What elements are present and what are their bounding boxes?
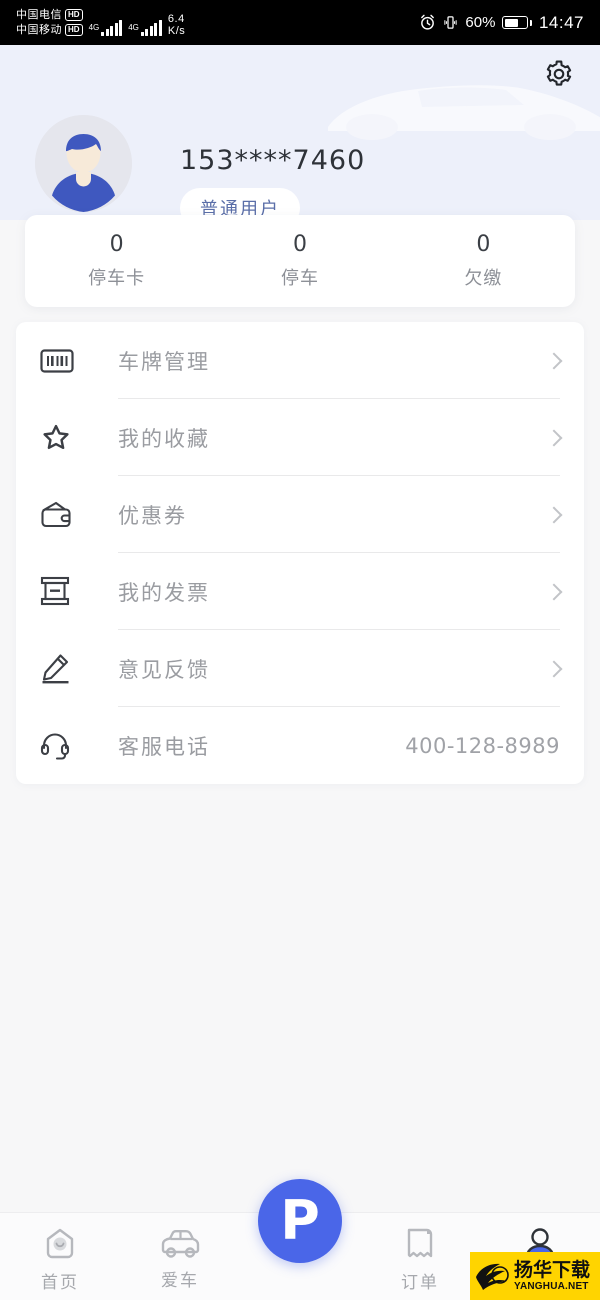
menu-item-label: 意见反馈 xyxy=(118,658,210,682)
license-plate-icon xyxy=(40,348,86,373)
stat-value: 0 xyxy=(109,232,124,257)
profile-header: 153****7460 普通用户 xyxy=(0,45,600,220)
signal-bars-2-icon xyxy=(140,19,162,36)
signal-group-1: 4G xyxy=(88,19,123,36)
stat-parking[interactable]: 0 停车 xyxy=(208,215,391,307)
clock-label: 14:47 xyxy=(538,12,584,32)
avatar[interactable] xyxy=(35,115,132,212)
service-phone-number: 400-128-8989 xyxy=(405,733,560,758)
settings-button[interactable] xyxy=(542,57,576,91)
carrier-2-label: 中国移动 xyxy=(16,23,62,36)
home-icon xyxy=(46,1228,74,1259)
site-watermark: 扬华下载 YANGHUA.NET xyxy=(470,1252,600,1300)
hd-badge-1: HD xyxy=(65,9,83,21)
status-bar: 中国电信 HD 中国移动 HD 4G 4G 6.4 K/s 60% 14:47 xyxy=(0,0,600,45)
network-speed-value: 6.4 xyxy=(167,12,185,25)
menu-item-favorites[interactable]: 我的收藏 xyxy=(40,399,563,476)
tab-label: 爱车 xyxy=(161,1271,199,1290)
tab-my-car[interactable]: 爱车 xyxy=(120,1213,240,1300)
app-screen: 中国电信 HD 中国移动 HD 4G 4G 6.4 K/s 60% 14:47 … xyxy=(0,0,600,1300)
invoice-icon xyxy=(40,576,86,607)
tab-label: 首页 xyxy=(41,1273,79,1292)
network-speed-unit: K/s xyxy=(167,24,186,37)
stat-label: 停车 xyxy=(280,268,319,288)
network-type-1: 4G xyxy=(88,22,100,32)
watermark-en-label: YANGHUA.NET xyxy=(514,1280,589,1292)
stat-label: 欠缴 xyxy=(464,268,503,288)
menu-item-invoice[interactable]: 我的发票 xyxy=(40,553,563,630)
carrier-row-2: 中国移动 HD xyxy=(16,23,83,38)
headset-icon xyxy=(40,731,86,761)
menu-item-coupons[interactable]: 优惠券 xyxy=(40,476,563,553)
hd-badge-2: HD xyxy=(65,24,83,36)
tab-label: 订单 xyxy=(401,1273,439,1292)
menu-item-feedback[interactable]: 意见反馈 xyxy=(40,630,563,707)
carrier-1-label: 中国电信 xyxy=(16,8,62,21)
stat-parking-card[interactable]: 0 停车卡 xyxy=(25,215,208,307)
menu-card: 车牌管理 我的收藏 优惠券 我的发票 意见反馈 客服电话 400-128-898… xyxy=(16,322,584,784)
battery-icon xyxy=(502,16,532,29)
carrier-info: 中国电信 HD 中国移动 HD xyxy=(16,8,83,38)
receipt-icon xyxy=(407,1228,433,1258)
gear-icon xyxy=(546,60,572,86)
avatar-icon xyxy=(35,115,132,212)
alarm-icon xyxy=(421,14,435,30)
network-speed: 6.4 K/s xyxy=(168,13,185,37)
menu-item-label: 客服电话 xyxy=(118,735,210,759)
parking-p-button[interactable]: P xyxy=(258,1179,342,1263)
wallet-icon xyxy=(40,500,86,529)
yanghua-logo-icon xyxy=(476,1263,509,1290)
star-icon xyxy=(40,422,86,453)
battery-percent-label: 60% xyxy=(465,14,496,31)
chevron-right-icon xyxy=(545,352,563,369)
pencil-icon xyxy=(40,653,86,684)
watermark-cn-label: 扬华下载 xyxy=(514,1259,591,1281)
stat-value: 0 xyxy=(292,232,307,257)
phone-number-label: 153****7460 xyxy=(180,145,366,176)
menu-item-label: 我的收藏 xyxy=(118,427,210,451)
chevron-right-icon xyxy=(545,506,563,523)
stat-arrears[interactable]: 0 欠缴 xyxy=(392,215,575,307)
chevron-right-icon xyxy=(545,429,563,446)
parking-p-icon: P xyxy=(280,1189,320,1252)
menu-item-label: 车牌管理 xyxy=(118,350,210,374)
stats-card: 0 停车卡 0 停车 0 欠缴 xyxy=(25,215,575,307)
menu-item-service-phone[interactable]: 客服电话 400-128-8989 xyxy=(40,707,560,784)
menu-item-label: 优惠券 xyxy=(118,504,187,528)
chevron-right-icon xyxy=(545,583,563,600)
tab-orders[interactable]: 订单 xyxy=(360,1213,480,1300)
carrier-row-1: 中国电信 HD xyxy=(16,8,83,23)
status-bar-right: 60% 14:47 xyxy=(419,13,584,33)
network-type-2: 4G xyxy=(128,22,139,32)
watermark-text: 扬华下载 YANGHUA.NET xyxy=(514,1261,590,1292)
chevron-right-icon xyxy=(545,660,563,677)
menu-item-license-plate[interactable]: 车牌管理 xyxy=(40,322,563,399)
menu-item-label: 我的发票 xyxy=(118,581,210,605)
stat-value: 0 xyxy=(476,232,491,257)
stat-label: 停车卡 xyxy=(88,268,146,288)
tab-parking-action[interactable]: P xyxy=(240,1179,360,1300)
tab-home[interactable]: 首页 xyxy=(0,1213,120,1300)
signal-bars-1-icon xyxy=(101,19,123,36)
signal-group-2: 4G xyxy=(128,19,162,36)
status-bar-left: 中国电信 HD 中国移动 HD 4G 4G 6.4 K/s xyxy=(16,8,185,38)
vibrate-icon xyxy=(444,16,458,29)
car-icon xyxy=(161,1230,200,1258)
user-info: 153****7460 普通用户 xyxy=(180,145,365,220)
